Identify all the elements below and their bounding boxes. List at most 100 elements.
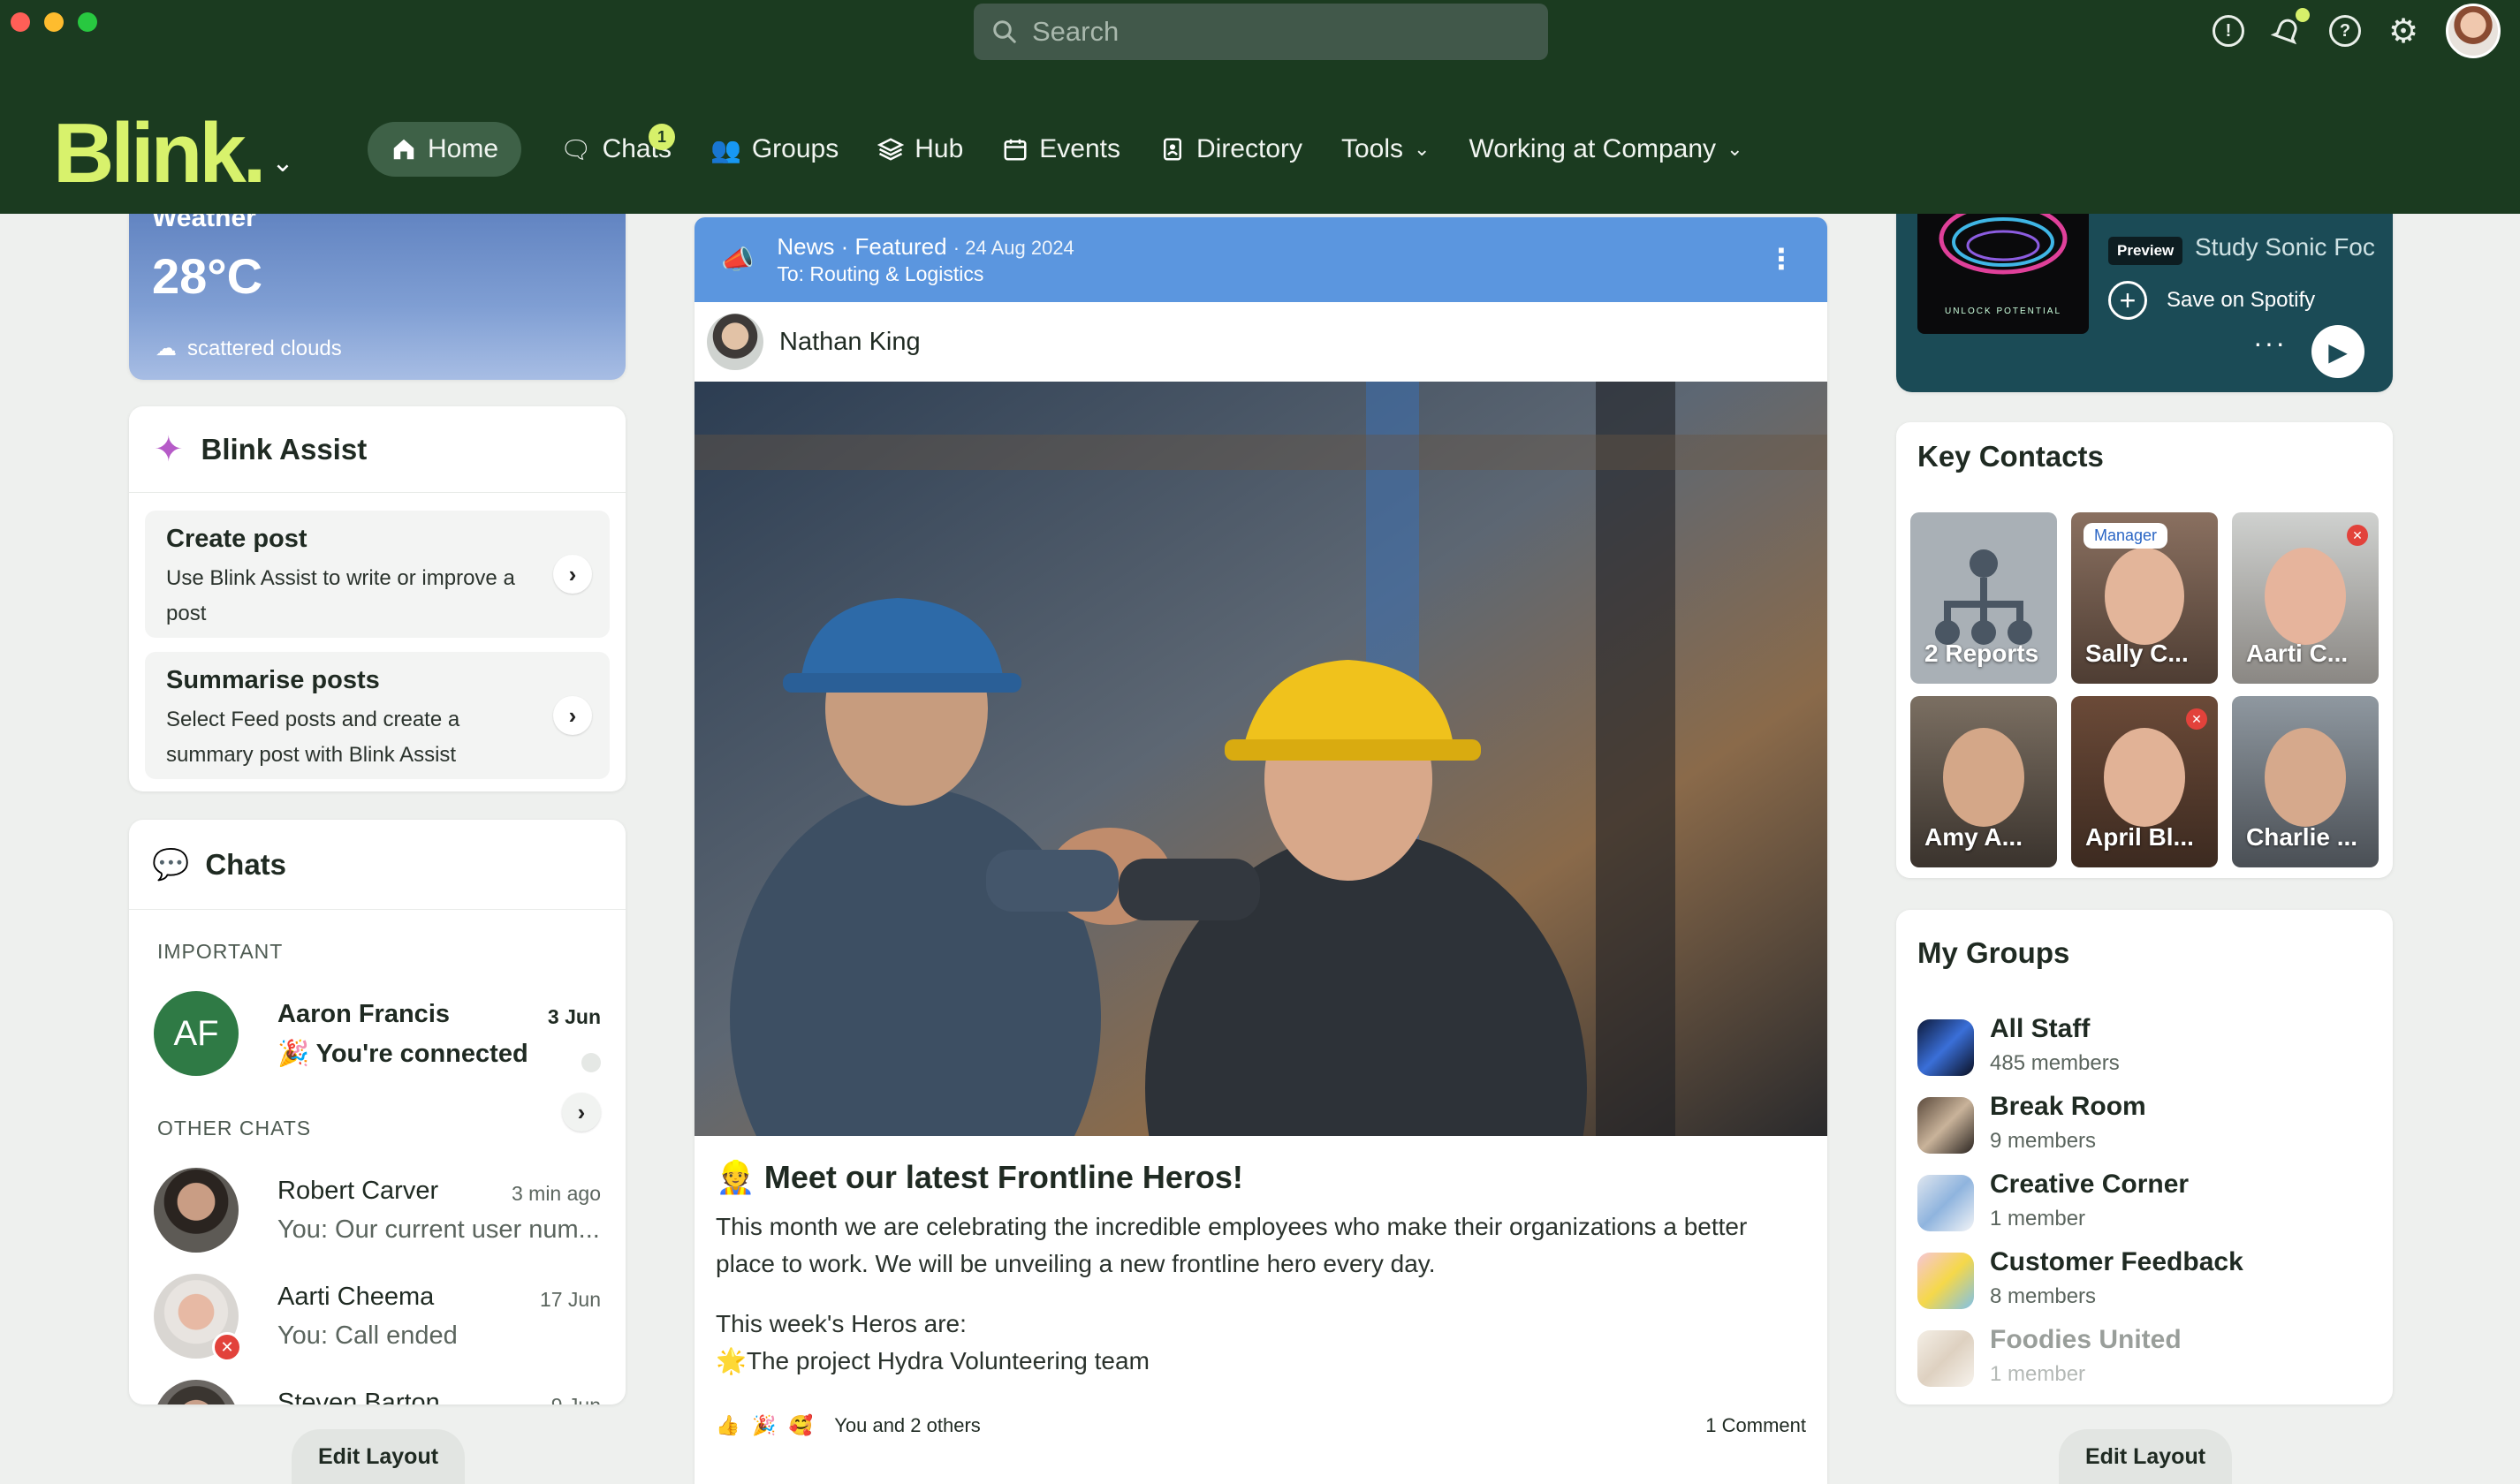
avatar [154, 1380, 239, 1404]
group-name: Customer Feedback [1990, 1247, 2243, 1276]
comments-link[interactable]: 1 Comment [1705, 1414, 1806, 1437]
calendar-icon [1004, 139, 1027, 161]
help-icon[interactable]: ? [2329, 15, 2361, 47]
reactions[interactable]: 👍 🎉 🥰 You and 2 others [716, 1414, 981, 1437]
chevron-right-icon[interactable]: › [562, 1093, 601, 1132]
group-row-break-room[interactable]: Break Room 9 members [1917, 1092, 2368, 1162]
nav-tools[interactable]: Tools ⌄ [1341, 134, 1430, 164]
group-members: 8 members [1990, 1284, 2097, 1308]
spotify-widget: UNLOCK POTENTIAL Preview Study Sonic Foc… [1896, 194, 2393, 392]
chat-preview: You: Call ended [277, 1321, 458, 1350]
chevron-right-icon[interactable]: › [553, 555, 592, 594]
chevron-down-icon: ⌄ [1414, 138, 1431, 160]
contact-tile-reports[interactable]: 2 Reports [1910, 512, 2057, 684]
contact-tile-aarti[interactable]: ✕ Aarti C... [2232, 512, 2379, 684]
contact-photo [1943, 728, 2024, 827]
chat-row-aarti-cheema[interactable]: ✕ Aarti Cheema 17 Jun You: Call ended [154, 1274, 601, 1362]
chat-time: 9 Jun [551, 1394, 601, 1404]
chat-name: Robert Carver [277, 1177, 439, 1205]
chat-name: Steven Barton [277, 1389, 440, 1404]
close-icon: ✕ [2186, 708, 2207, 730]
play-icon[interactable]: ▶ [2311, 325, 2364, 378]
group-members: 9 members [1990, 1129, 2097, 1153]
top-navigation-bar: Search ! ? ⚙ Blink. ⌄ Home 🗨 Chats 1 👥 G… [0, 0, 2520, 214]
assist-item-title: Create post [166, 525, 307, 553]
contact-tile-charlie[interactable]: Charlie ... [2232, 696, 2379, 867]
nav-working-at-company[interactable]: Working at Company ⌄ [1469, 134, 1742, 164]
home-icon [393, 139, 414, 160]
blink-assist-widget: ✦ Blink Assist Create post Use Blink Ass… [129, 406, 626, 791]
minimize-window-button[interactable] [44, 12, 64, 32]
group-members: 1 member [1990, 1207, 2086, 1230]
key-contacts-widget: Key Contacts 2 Reports Manager Sally C..… [1896, 422, 2393, 878]
chat-time: 17 Jun [539, 1288, 601, 1311]
contact-label: Aarti C... [2246, 640, 2349, 667]
post-text: This month we are celebrating the incred… [716, 1213, 1748, 1277]
post-heros-line: 🌟The project Hydra Volunteering team [716, 1347, 1150, 1374]
contact-label: April Bl... [2085, 823, 2194, 851]
group-row-foodies-united[interactable]: Foodies United 1 member [1917, 1325, 2368, 1396]
edit-layout-button-left[interactable]: Edit Layout [292, 1429, 465, 1484]
important-label: IMPORTANT [157, 940, 284, 963]
contact-tile-sally[interactable]: Manager Sally C... [2071, 512, 2218, 684]
post-category[interactable]: News · Featured [777, 233, 946, 260]
unread-indicator [581, 1053, 601, 1072]
nav-directory[interactable]: Directory [1159, 134, 1302, 164]
more-options-icon[interactable]: ⋮ [1767, 242, 1795, 276]
assist-create-post[interactable]: Create post Use Blink Assist to write or… [145, 511, 610, 638]
group-row-customer-feedback[interactable]: Customer Feedback 8 members [1917, 1247, 2368, 1318]
user-avatar[interactable] [2446, 4, 2501, 58]
party-icon: 🎉 [752, 1414, 777, 1436]
nav-groups-label: Groups [751, 134, 839, 163]
track-title[interactable]: Study Sonic Foc [2195, 233, 2375, 261]
bell-icon[interactable] [2271, 8, 2310, 47]
other-chats-label: OTHER CHATS [157, 1117, 312, 1140]
post-audience: To: Routing & Logistics [777, 262, 984, 285]
maximize-window-button[interactable] [78, 12, 97, 32]
search-input[interactable]: Search [1032, 16, 1119, 48]
search-bar[interactable]: Search [974, 4, 1548, 60]
nav-events[interactable]: Events [1002, 134, 1120, 164]
alert-icon[interactable]: ! [2213, 15, 2244, 47]
contact-tile-april[interactable]: ✕ April Bl... [2071, 696, 2218, 867]
post-category-line: News · Featured · 24 Aug 2024 [777, 233, 1074, 261]
group-row-all-staff[interactable]: All Staff 485 members [1917, 1014, 2368, 1085]
post-author[interactable]: Nathan King [695, 302, 1827, 382]
assist-summarise-posts[interactable]: Summarise posts Select Feed posts and cr… [145, 652, 610, 779]
group-icon [1917, 1175, 1974, 1231]
brand-switcher[interactable]: Blink. ⌄ [53, 111, 294, 196]
group-row-creative-corner[interactable]: Creative Corner 1 member [1917, 1170, 2368, 1240]
nav-working-label: Working at Company [1469, 134, 1717, 163]
more-options-icon[interactable]: ··· [2253, 327, 2287, 360]
nav-home[interactable]: Home [368, 122, 522, 177]
contact-photo [2105, 548, 2184, 645]
playlist-cover[interactable]: UNLOCK POTENTIAL [1917, 203, 2089, 334]
post-header: 📣 News · Featured · 24 Aug 2024 To: Rout… [695, 217, 1827, 302]
window-controls [11, 12, 97, 32]
preview-badge: Preview [2108, 237, 2183, 265]
author-avatar [707, 314, 763, 370]
nav-groups[interactable]: 👥 Groups [710, 134, 839, 164]
close-window-button[interactable] [11, 12, 30, 32]
contact-photo [2104, 728, 2185, 827]
group-name: Foodies United [1990, 1325, 2182, 1354]
post-heros-intro: This week's Heros are: [716, 1310, 967, 1337]
weather-widget: Weather 28°C ☁ scattered clouds [129, 194, 626, 380]
post-date: · 24 Aug 2024 [953, 237, 1074, 259]
nav-hub[interactable]: Hub [877, 134, 963, 164]
contact-photo [2265, 548, 2346, 645]
contact-book-icon [1163, 138, 1181, 161]
avatar [154, 1168, 239, 1253]
chat-row-aaron-francis[interactable]: AF Aaron Francis 3 Jun 🎉 You're connecte… [154, 991, 601, 1079]
save-on-spotify-button[interactable]: + Save on Spotify [2108, 281, 2315, 320]
assist-item-desc: Use Blink Assist to write or improve a p… [166, 566, 515, 625]
chat-row-steven-barton[interactable]: Steven Barton 9 Jun [154, 1380, 601, 1404]
chevron-right-icon[interactable]: › [553, 696, 592, 735]
contact-tile-amy[interactable]: Amy A... [1910, 696, 2057, 867]
my-groups-title: My Groups [1917, 936, 2070, 969]
edit-layout-button-right[interactable]: Edit Layout [2059, 1429, 2232, 1484]
gear-icon[interactable]: ⚙ [2387, 13, 2419, 50]
nav-chats[interactable]: 🗨 Chats 1 [560, 124, 676, 164]
post-image[interactable] [695, 382, 1827, 1136]
chat-row-robert-carver[interactable]: Robert Carver 3 min ago You: Our current… [154, 1168, 601, 1256]
